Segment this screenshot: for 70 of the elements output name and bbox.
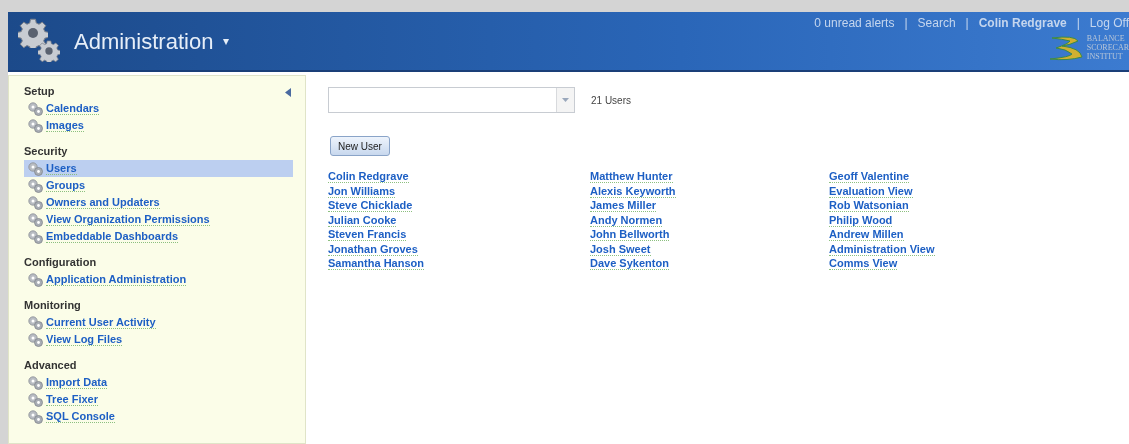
user-link[interactable]: Philip Wood <box>829 213 893 227</box>
user-link[interactable]: James Miller <box>590 199 657 212</box>
sidebar-item[interactable]: Tree Fixer <box>24 391 293 408</box>
sidebar-item[interactable]: SQL Console <box>24 408 293 425</box>
logo-text: INSTITUT <box>1086 52 1124 61</box>
sidebar-item[interactable]: View Log Files <box>24 331 293 348</box>
link-separator: | <box>1076 15 1080 32</box>
section-heading: Configuration <box>24 255 97 269</box>
gears-icon <box>28 409 43 424</box>
section-heading: Monitoring <box>24 298 81 312</box>
dropdown-caret-icon <box>562 98 569 102</box>
sidebar-item[interactable]: Owners and Updaters <box>24 194 293 211</box>
section-heading: Advanced <box>24 358 77 372</box>
user-link[interactable]: Geoff Valentine <box>829 170 910 183</box>
logo-mark-icon <box>1047 34 1084 61</box>
user-link[interactable]: Evaluation View <box>829 184 913 198</box>
link-separator: | <box>965 15 969 32</box>
user-link[interactable]: Jonathan Groves <box>328 242 418 256</box>
gears-icon <box>28 272 43 287</box>
user-link[interactable]: Josh Sweet <box>590 242 651 256</box>
gears-icon <box>28 392 43 407</box>
user-link[interactable]: Jon Williams <box>328 184 396 198</box>
user-link[interactable]: Julian Cooke <box>328 213 397 227</box>
gears-icon <box>28 229 43 244</box>
user-link[interactable]: Matthew Hunter <box>590 170 673 183</box>
gears-icon <box>28 118 43 133</box>
gear-icon <box>38 40 60 62</box>
title-dropdown-caret[interactable]: ▾ <box>223 32 230 50</box>
gears-icon <box>28 195 43 210</box>
sidebar-item[interactable]: Import Data <box>24 374 293 391</box>
user-link[interactable]: Samantha Hanson <box>328 257 424 270</box>
sidebar-item[interactable]: Users <box>24 160 293 177</box>
sidebar-item[interactable]: Embeddable Dashboards <box>24 228 293 245</box>
logo-text: BALANCE <box>1086 34 1126 43</box>
user-link[interactable]: Steven Francis <box>328 228 407 241</box>
sidebar-item[interactable]: Images <box>24 117 293 134</box>
page-title: Administration <box>74 27 214 56</box>
user-link[interactable]: Rob Watsonian <box>829 199 909 212</box>
sidebar-item[interactable]: Current User Activity <box>24 314 293 331</box>
gear-icon <box>18 18 48 48</box>
user-link[interactable]: Administration View <box>829 242 935 256</box>
sidebar-item[interactable]: Application Administration <box>24 271 293 288</box>
link-separator: | <box>904 15 908 32</box>
gears-icon <box>28 161 43 176</box>
gears-icon <box>28 375 43 390</box>
user-count: 21 Users <box>591 93 631 108</box>
gears-icon <box>28 315 43 330</box>
gears-icon <box>28 178 43 193</box>
gears-icon <box>28 332 43 347</box>
collapse-arrow-icon[interactable] <box>285 88 291 97</box>
sidebar-item[interactable]: View Organization Permissions <box>24 211 293 228</box>
header-link[interactable]: Search <box>917 14 956 32</box>
user-link[interactable]: Colin Redgrave <box>328 170 409 183</box>
user-link[interactable]: Andrew Millen <box>829 228 904 241</box>
new-user-button[interactable]: New User <box>330 136 390 156</box>
sidebar-item[interactable]: Groups <box>24 177 293 194</box>
sidebar-item[interactable]: Calendars <box>24 100 293 117</box>
gears-icon <box>28 212 43 227</box>
user-link[interactable]: Alexis Keyworth <box>590 184 676 198</box>
header-link[interactable]: 0 unread alerts <box>814 14 895 32</box>
section-heading: Setup <box>24 84 55 98</box>
gears-icon <box>28 101 43 116</box>
user-link[interactable]: Dave Sykenton <box>590 257 669 270</box>
user-link[interactable]: John Bellworth <box>590 228 670 241</box>
user-link[interactable]: Steve Chicklade <box>328 199 413 212</box>
header-link[interactable]: Colin Redgrave <box>978 14 1067 32</box>
logo-text: SCORECAR <box>1086 43 1129 52</box>
section-heading: Security <box>24 144 68 158</box>
user-link[interactable]: Comms View <box>829 257 898 270</box>
user-link[interactable]: Andy Normen <box>590 213 663 227</box>
